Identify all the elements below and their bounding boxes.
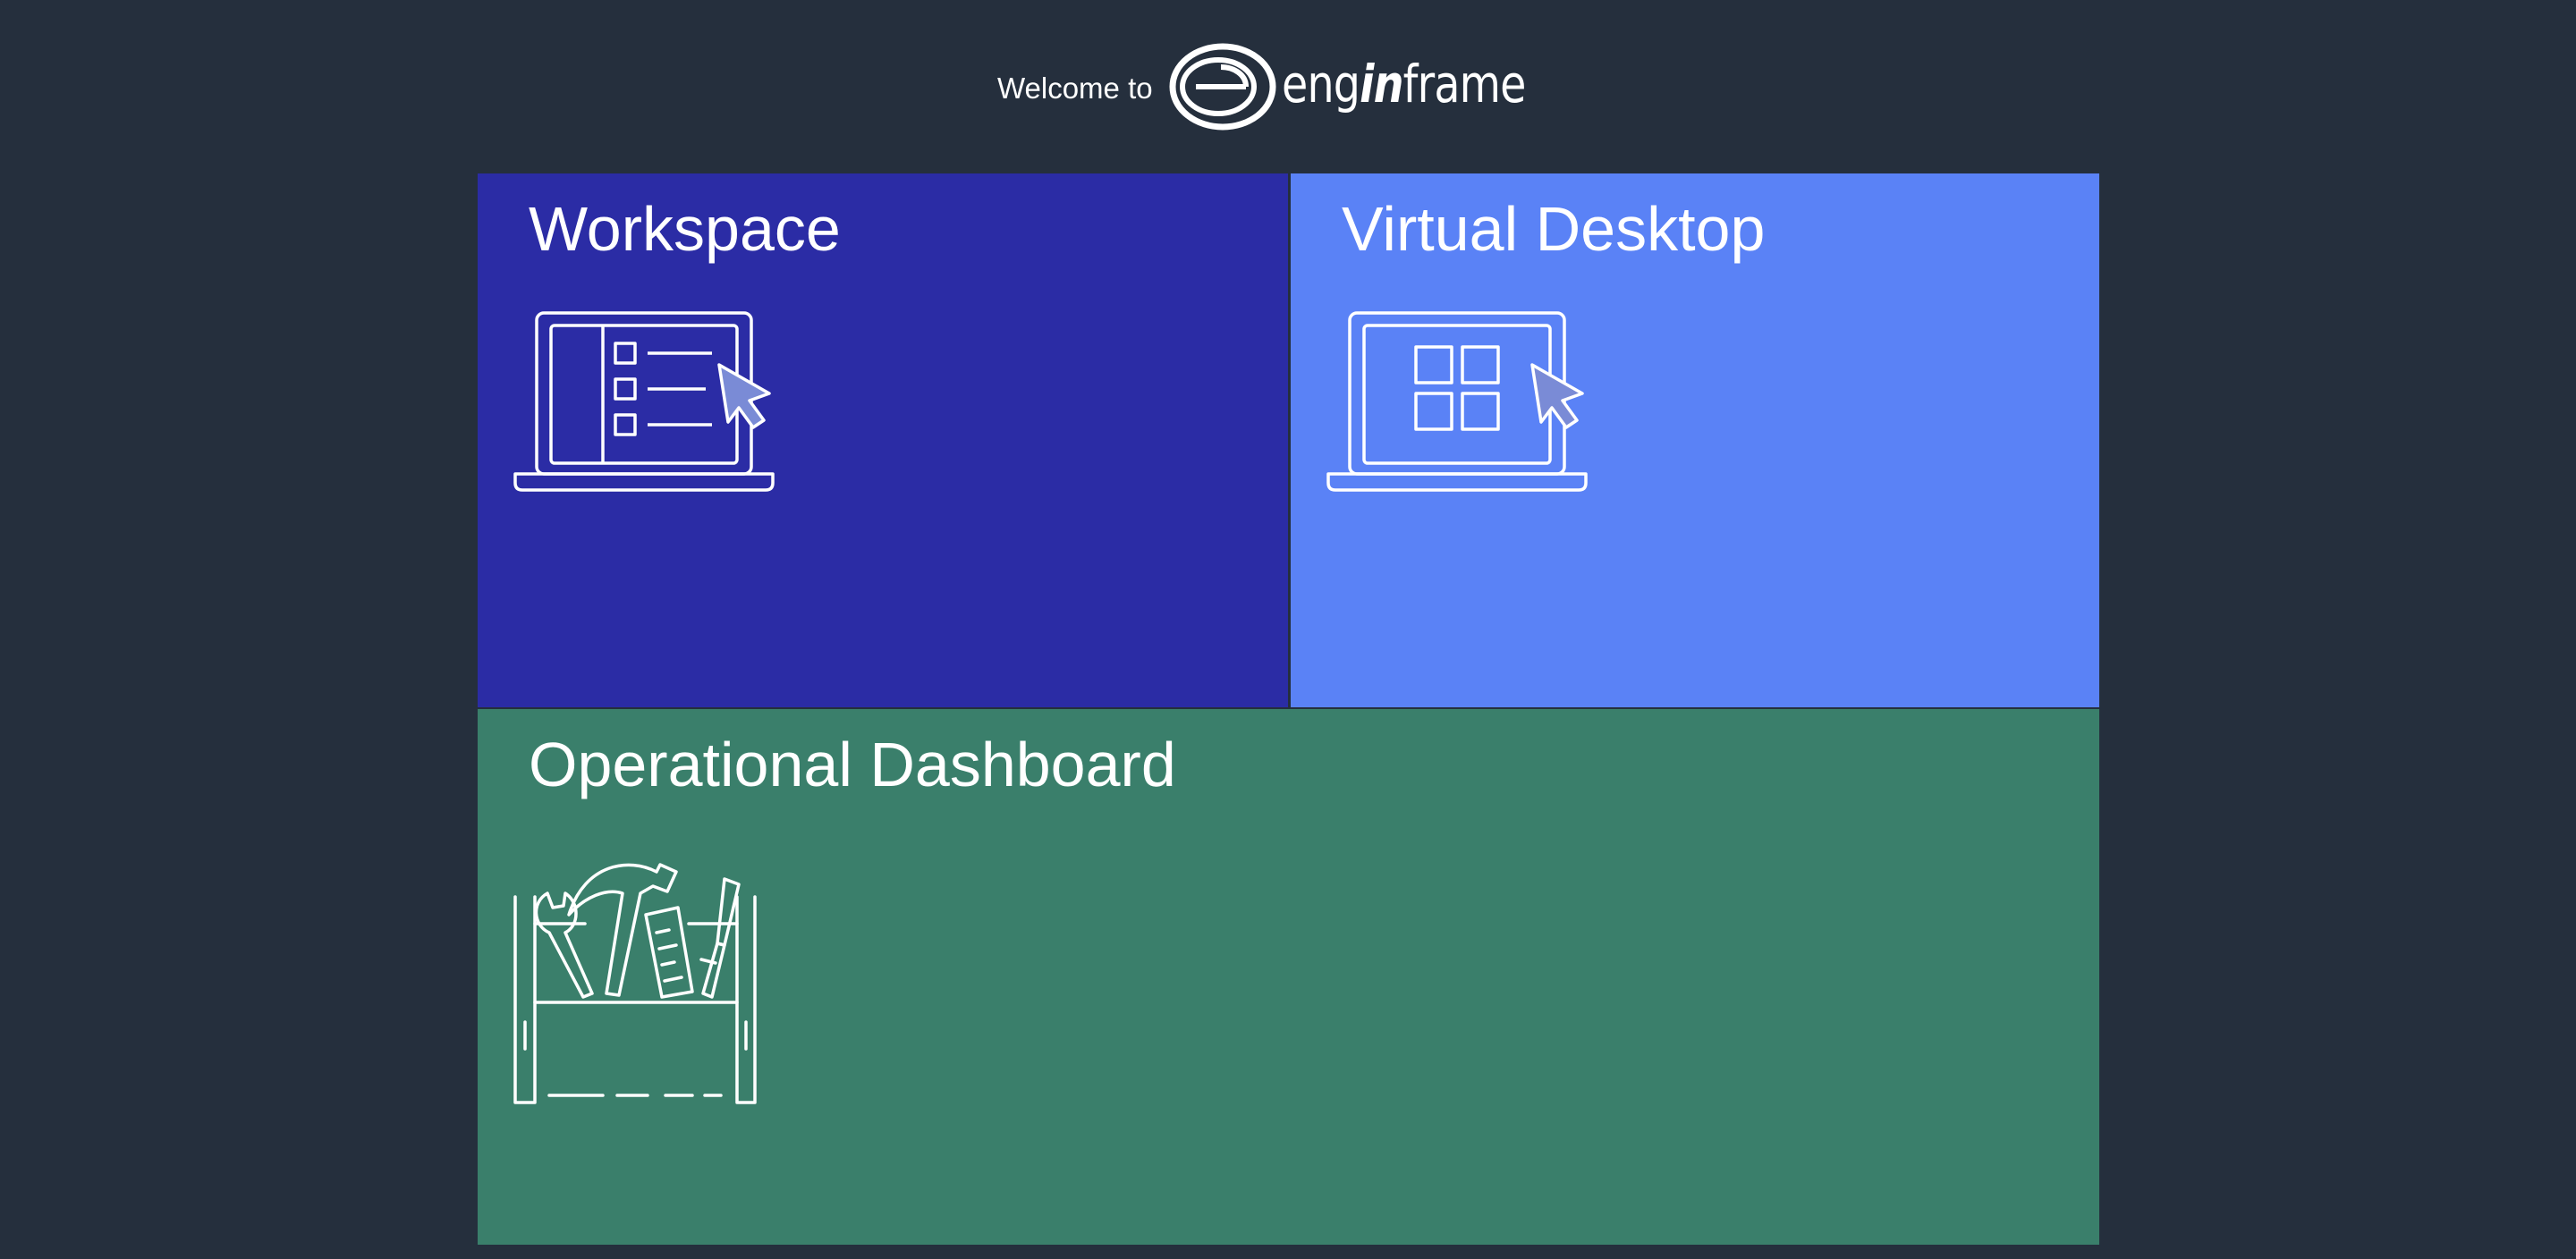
logo-mark-icon (1169, 43, 1276, 131)
enginframe-logo: enginframe (1169, 42, 1579, 131)
logo-text-suffix: frame (1402, 54, 1526, 114)
laptop-grid-icon (1326, 308, 1595, 509)
virtual-desktop-title: Virtual Desktop (1342, 194, 1766, 264)
virtual-desktop-tile[interactable]: Virtual Desktop (1291, 173, 2099, 707)
logo-text: enginframe (1282, 54, 1526, 114)
logo-text-in: in (1359, 54, 1403, 114)
operational-dashboard-title: Operational Dashboard (529, 730, 1176, 799)
tile-grid: Workspace Virtual Desktop Operational Da… (478, 173, 2099, 1245)
operational-dashboard-tile[interactable]: Operational Dashboard (478, 709, 2099, 1245)
laptop-list-icon (513, 308, 782, 509)
header: Welcome to enginframe (0, 0, 2576, 173)
workspace-title: Workspace (529, 194, 841, 264)
logo-text-prefix: eng (1281, 54, 1360, 114)
welcome-text: Welcome to (996, 72, 1153, 105)
toolbox-icon (513, 843, 782, 1125)
workspace-tile[interactable]: Workspace (478, 173, 1288, 707)
